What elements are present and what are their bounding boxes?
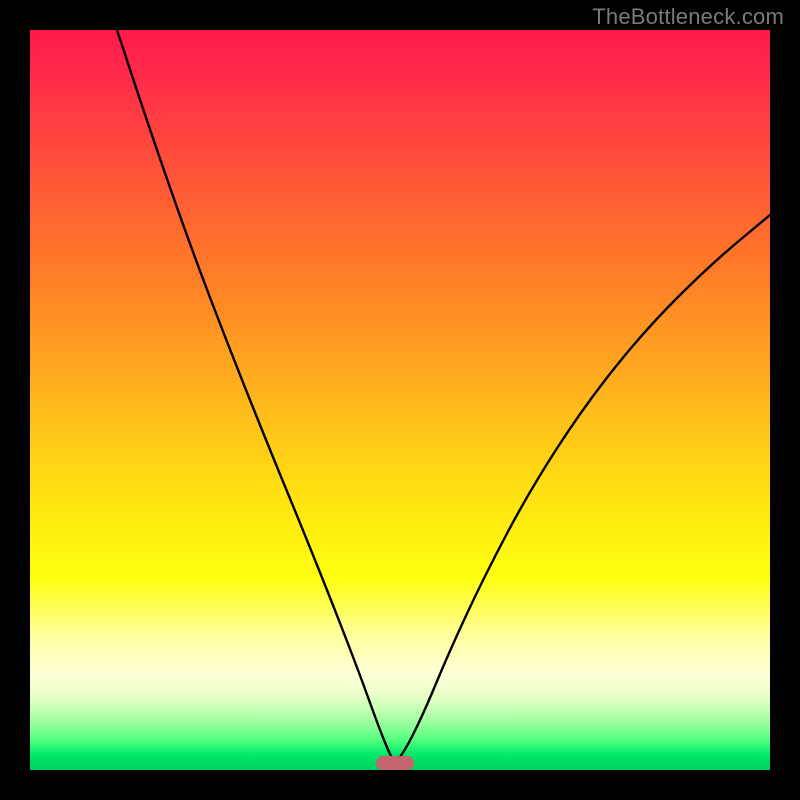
valley-marker	[376, 756, 414, 770]
plot-area	[30, 30, 770, 770]
curves-svg	[30, 30, 770, 770]
right-curve	[398, 215, 770, 760]
watermark-text: TheBottleneck.com	[592, 4, 784, 30]
left-curve	[117, 30, 393, 760]
chart-container: TheBottleneck.com	[0, 0, 800, 800]
